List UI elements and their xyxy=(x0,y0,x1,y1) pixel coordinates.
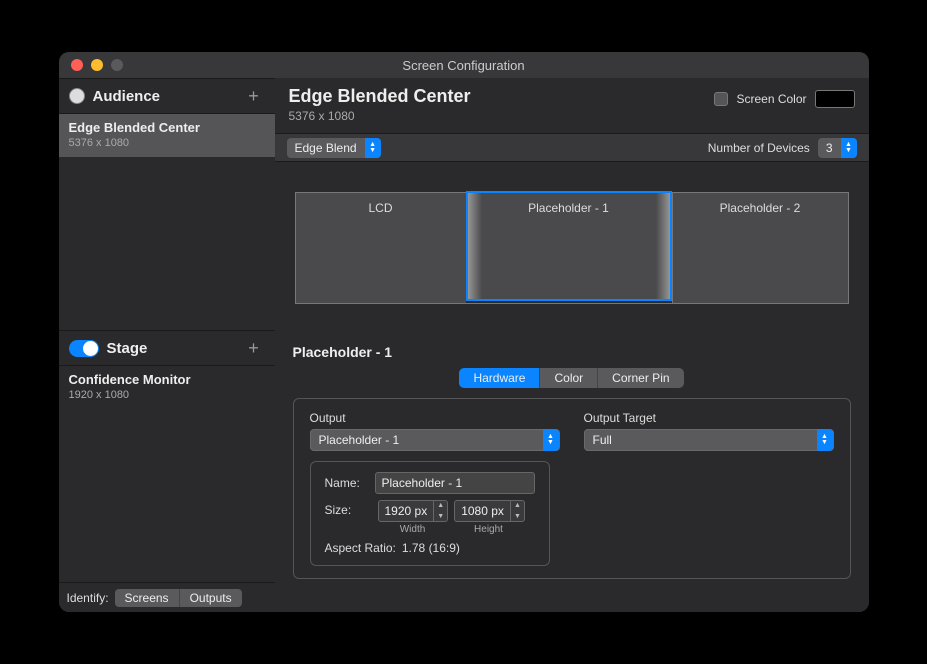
name-label: Name: xyxy=(325,476,367,490)
tab-hardware[interactable]: Hardware xyxy=(459,368,539,388)
screen-color-control: Screen Color xyxy=(714,90,854,108)
stage-item-resolution: 1920 x 1080 xyxy=(69,389,265,401)
screen-title: Edge Blended Center xyxy=(289,86,715,107)
mode-dropdown-value: Edge Blend xyxy=(287,141,365,155)
device-detail-panel: Placeholder - 1 Hardware Color Corner Pi… xyxy=(275,334,869,597)
tab-color[interactable]: Color xyxy=(539,368,597,388)
width-caption: Width xyxy=(378,524,448,535)
stepper-arrows-icon: ▲▼ xyxy=(543,429,559,451)
minimize-window-button[interactable] xyxy=(91,59,103,71)
num-devices-stepper[interactable]: 3 ▲▼ xyxy=(818,138,857,158)
sidebar: Audience + Edge Blended Center 5376 x 10… xyxy=(59,78,275,612)
stage-item-name: Confidence Monitor xyxy=(69,372,265,387)
stepper-arrows-icon: ▲▼ xyxy=(433,500,447,522)
aspect-value: 1.78 (16:9) xyxy=(402,541,460,555)
audience-section-header: Audience + xyxy=(59,78,275,114)
audience-item[interactable]: Edge Blended Center 5376 x 1080 xyxy=(59,114,275,157)
num-devices-value: 3 xyxy=(818,141,841,155)
window-body: Audience + Edge Blended Center 5376 x 10… xyxy=(59,78,869,612)
main-panel: Edge Blended Center 5376 x 1080 Screen C… xyxy=(275,78,869,612)
stepper-arrows-icon: ▲▼ xyxy=(365,138,381,158)
name-input[interactable] xyxy=(375,472,535,494)
detail-tabs: Hardware Color Corner Pin xyxy=(293,368,851,388)
device-row: LCD Placeholder - 1 Placeholder - 2 xyxy=(295,192,849,304)
tab-corner-pin[interactable]: Corner Pin xyxy=(597,368,683,388)
identify-screens-button[interactable]: Screens xyxy=(115,589,179,607)
output-target-select[interactable]: Full ▲▼ xyxy=(584,429,834,451)
screen-color-checkbox[interactable] xyxy=(714,92,728,106)
identify-row: Identify: Screens Outputs xyxy=(59,582,275,612)
audience-item-resolution: 5376 x 1080 xyxy=(69,137,265,149)
window-title: Screen Configuration xyxy=(59,58,869,73)
screen-resolution: 5376 x 1080 xyxy=(289,109,715,123)
main-header: Edge Blended Center 5376 x 1080 Screen C… xyxy=(275,78,869,134)
identify-label: Identify: xyxy=(67,591,109,605)
hardware-panel: Output Placeholder - 1 ▲▼ Output Target … xyxy=(293,398,851,579)
window: Screen Configuration Audience + Edge Ble… xyxy=(59,52,869,612)
stage-item[interactable]: Confidence Monitor 1920 x 1080 xyxy=(59,366,275,409)
height-caption: Height xyxy=(454,524,524,535)
stepper-arrows-icon: ▲▼ xyxy=(841,138,857,158)
audience-icon xyxy=(69,88,85,104)
traffic-lights xyxy=(59,59,123,71)
output-target-label: Output Target xyxy=(584,411,834,425)
identify-segment: Screens Outputs xyxy=(115,589,242,607)
size-label: Size: xyxy=(325,500,370,517)
screen-color-label: Screen Color xyxy=(736,92,806,106)
screen-toolbar: Edge Blend ▲▼ Number of Devices 3 ▲▼ xyxy=(275,134,869,162)
device-layout-area: LCD Placeholder - 1 Placeholder - 2 xyxy=(275,162,869,334)
audience-label: Audience xyxy=(93,88,235,105)
aspect-label: Aspect Ratio: xyxy=(325,541,396,555)
blend-gradient-right xyxy=(656,193,670,299)
stage-section-header: Stage + xyxy=(59,330,275,366)
screen-color-swatch[interactable] xyxy=(815,90,855,108)
identify-outputs-button[interactable]: Outputs xyxy=(179,589,242,607)
num-devices-control: Number of Devices 3 ▲▼ xyxy=(708,138,857,158)
stage-label: Stage xyxy=(107,340,235,357)
audience-item-name: Edge Blended Center xyxy=(69,120,265,135)
zoom-window-button[interactable] xyxy=(111,59,123,71)
height-stepper[interactable]: 1080 px ▲▼ xyxy=(454,500,525,522)
device-lcd[interactable]: LCD xyxy=(296,193,466,303)
num-devices-label: Number of Devices xyxy=(708,141,810,155)
stepper-arrows-icon: ▲▼ xyxy=(817,429,833,451)
blend-gradient-left xyxy=(468,193,482,299)
device-placeholder-1[interactable]: Placeholder - 1 xyxy=(466,191,672,301)
titlebar: Screen Configuration xyxy=(59,52,869,78)
output-select[interactable]: Placeholder - 1 ▲▼ xyxy=(310,429,560,451)
mode-dropdown[interactable]: Edge Blend ▲▼ xyxy=(287,138,381,158)
output-label: Output xyxy=(310,411,560,425)
close-window-button[interactable] xyxy=(71,59,83,71)
detail-title: Placeholder - 1 xyxy=(293,344,851,360)
stepper-arrows-icon: ▲▼ xyxy=(510,500,524,522)
stage-toggle[interactable] xyxy=(69,340,99,357)
size-inset: Name: Size: 1920 px ▲▼ xyxy=(310,461,550,566)
add-stage-button[interactable]: + xyxy=(243,337,265,359)
add-audience-button[interactable]: + xyxy=(243,85,265,107)
device-placeholder-2[interactable]: Placeholder - 2 xyxy=(672,193,848,303)
width-stepper[interactable]: 1920 px ▲▼ xyxy=(378,500,449,522)
